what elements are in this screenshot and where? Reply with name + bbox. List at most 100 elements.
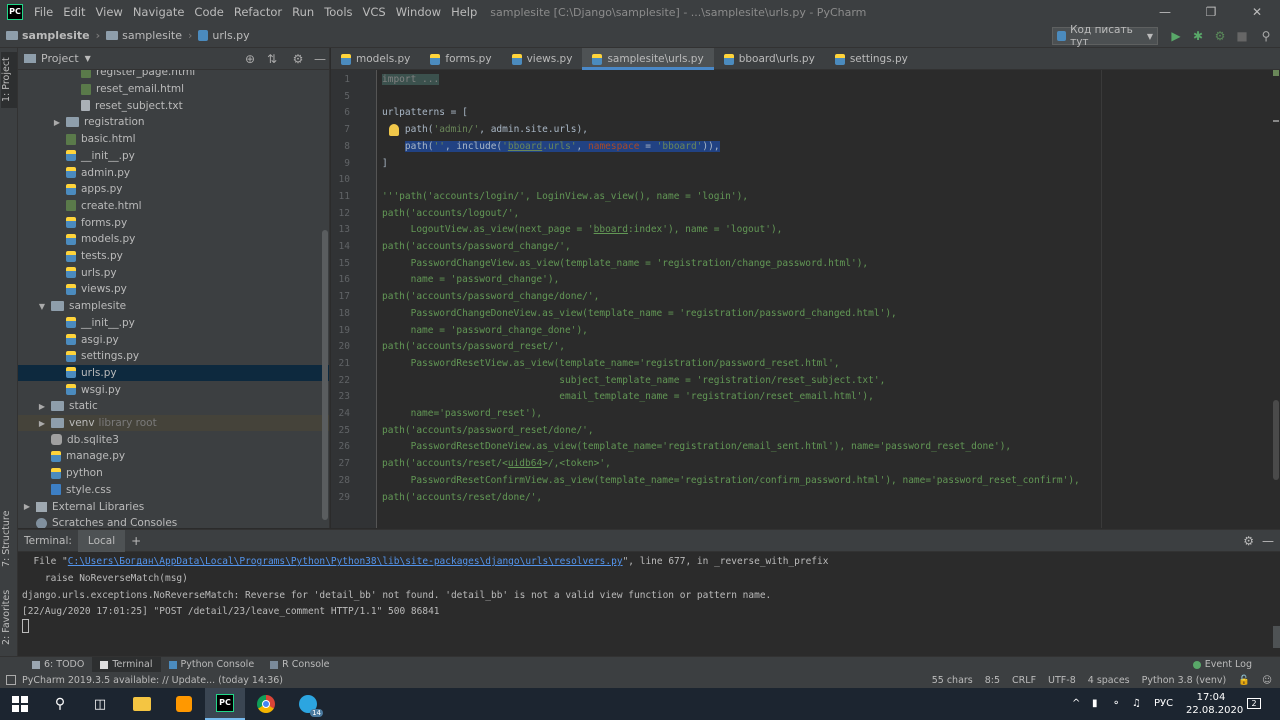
chevron-down-icon[interactable]: ▼ (37, 302, 47, 311)
windows-start-button[interactable] (0, 688, 40, 720)
code-line[interactable]: PasswordChangeView.as_view(template_name… (382, 256, 869, 273)
code-line[interactable]: LogoutView.as_view(next_page = 'bboard:i… (382, 222, 783, 239)
file-explorer-icon[interactable] (122, 688, 162, 720)
code-line[interactable]: path('accounts/password_reset/done/', (382, 423, 594, 440)
chevron-right-icon[interactable]: ▶ (37, 419, 47, 428)
terminal-scrollbar[interactable] (1273, 626, 1280, 648)
editor-scrollbar[interactable] (1272, 70, 1280, 528)
tree-item[interactable]: asgi.py (18, 331, 329, 348)
menu-item-navigate[interactable]: Navigate (128, 5, 190, 19)
editor-tab[interactable]: forms.py (420, 48, 501, 70)
tree-item[interactable]: apps.py (18, 181, 329, 198)
code-line[interactable]: name = 'password_change'), (382, 272, 560, 289)
menu-item-vcs[interactable]: VCS (358, 5, 391, 19)
tree-item[interactable]: ▶ registration (18, 114, 329, 131)
editor-tab[interactable]: samplesite\urls.py (582, 48, 714, 70)
status-message[interactable]: PyCharm 2019.3.5 available: // Update...… (16, 675, 289, 686)
chevron-up-icon[interactable]: ^ (1072, 688, 1080, 720)
tree-item[interactable]: db.sqlite3 (18, 431, 329, 448)
tree-item[interactable]: forms.py (18, 214, 329, 231)
menu-item-refactor[interactable]: Refactor (229, 5, 287, 19)
tree-item[interactable]: tests.py (18, 248, 329, 265)
editor-tab[interactable]: settings.py (825, 48, 918, 70)
tree-item[interactable]: reset_email.html (18, 81, 329, 98)
code-line[interactable]: urlpatterns = [ (382, 105, 468, 122)
structure-tool-tab[interactable]: 7: Structure (1, 504, 17, 574)
status-indent[interactable]: 4 spaces (1082, 675, 1136, 686)
coverage-icon[interactable]: ⚙ (1212, 28, 1228, 44)
menu-item-view[interactable]: View (91, 5, 128, 19)
pycharm-taskbar-icon[interactable]: PC (205, 688, 245, 720)
stop-icon[interactable]: ■ (1234, 28, 1250, 44)
chrome-icon[interactable] (246, 688, 286, 720)
code-editor[interactable]: import ... urlpatterns = [ path('admin/',… (378, 70, 1268, 528)
menu-item-window[interactable]: Window (391, 5, 446, 19)
terminal-tab-local[interactable]: Local (77, 529, 126, 552)
menu-item-file[interactable]: File (29, 5, 58, 19)
menu-item-edit[interactable]: Edit (58, 5, 90, 19)
tree-item[interactable]: ▼ samplesite (18, 298, 329, 315)
add-icon[interactable]: + (131, 534, 141, 548)
tree-item[interactable]: urls.py (18, 264, 329, 281)
python-console-tab[interactable]: Python Console (161, 657, 263, 673)
collapse-all-icon[interactable]: ⇅ (264, 51, 280, 67)
tree-item[interactable]: create.html (18, 198, 329, 215)
telegram-icon[interactable]: 14 (288, 688, 328, 720)
chevron-right-icon[interactable]: ▶ (52, 118, 62, 127)
tree-item[interactable]: models.py (18, 231, 329, 248)
menu-item-tools[interactable]: Tools (319, 5, 357, 19)
tree-item[interactable]: register_page.html (18, 70, 329, 81)
r-console-tab[interactable]: R Console (262, 657, 337, 673)
status-encoding[interactable]: UTF-8 (1042, 675, 1082, 686)
network-icon[interactable]: ⚬ (1112, 688, 1120, 720)
hide-icon[interactable]: — (312, 51, 328, 67)
lightbulb-icon[interactable] (389, 124, 399, 136)
scroll-thumb[interactable] (1273, 400, 1279, 480)
locate-icon[interactable]: ⊕ (242, 51, 258, 67)
code-line[interactable]: PasswordResetView.as_view(template_name=… (382, 356, 840, 373)
code-line[interactable]: subject_template_name = 'registration/re… (382, 373, 885, 390)
tree-item[interactable]: ▶ venv library root (18, 414, 329, 432)
tree-item[interactable]: urls.py (18, 364, 329, 382)
menu-item-code[interactable]: Code (189, 5, 228, 19)
favorites-tool-tab[interactable]: 2: Favorites (1, 584, 17, 650)
lock-icon[interactable]: 🔓 (1232, 675, 1256, 686)
tree-item[interactable]: reset_subject.txt (18, 97, 329, 114)
tree-item[interactable]: style.css (18, 482, 329, 499)
breadcrumb-folder[interactable]: samplesite › (100, 29, 192, 42)
language-indicator[interactable]: РУС (1154, 688, 1173, 720)
hide-icon[interactable]: — (1262, 534, 1274, 548)
tree-item[interactable]: __init__.py (18, 148, 329, 165)
editor-tab[interactable]: views.py (502, 48, 583, 70)
code-line[interactable]: import ... (382, 72, 440, 89)
clock[interactable]: 17:04 22.08.2020 (1186, 688, 1243, 720)
chevron-right-icon[interactable]: ▶ (22, 502, 32, 511)
gear-icon[interactable]: ⚙ (1243, 534, 1254, 548)
code-line[interactable]: path('accounts/reset/<uidb64>/,<token>', (382, 456, 611, 473)
terminal-tab[interactable]: Terminal (92, 656, 161, 673)
debug-icon[interactable]: ✱ (1190, 28, 1206, 44)
code-line[interactable]: email_template_name = 'registration/rese… (382, 389, 874, 406)
hector-icon[interactable]: ☺ (1256, 675, 1280, 686)
run-configuration-select[interactable]: Код писать тут ▼ (1052, 24, 1158, 48)
toggle-tool-windows-icon[interactable] (6, 675, 16, 685)
menu-item-run[interactable]: Run (287, 5, 319, 19)
notification-icon[interactable]: 2 (1244, 688, 1264, 720)
task-view-icon[interactable]: ◫ (80, 688, 120, 720)
battery-icon[interactable]: ▮ (1092, 688, 1098, 720)
todo-tab[interactable]: 6: TODO (24, 657, 92, 673)
code-line[interactable]: path('accounts/password_change/', (382, 239, 571, 256)
tree-item[interactable]: __init__.py (18, 315, 329, 332)
tree-item[interactable]: Scratches and Consoles (18, 515, 329, 528)
project-tool-tab[interactable]: 1: Project (1, 52, 17, 108)
code-line[interactable]: path('accounts/password_reset/', (382, 339, 565, 356)
search-icon[interactable]: ⚲ (1258, 28, 1274, 44)
gear-icon[interactable]: ⚙ (290, 51, 306, 67)
chevron-right-icon[interactable]: ▶ (37, 402, 47, 411)
volume-icon[interactable]: ♫ (1132, 688, 1141, 720)
editor-tab[interactable]: models.py (331, 48, 420, 70)
tree-item[interactable]: ▶ External Libraries (18, 498, 329, 515)
code-line[interactable]: path('', include('bboard.urls', namespac… (382, 139, 720, 156)
editor-tab[interactable]: bboard\urls.py (714, 48, 825, 70)
code-line[interactable]: path('admin/', admin.site.urls), (382, 122, 588, 139)
